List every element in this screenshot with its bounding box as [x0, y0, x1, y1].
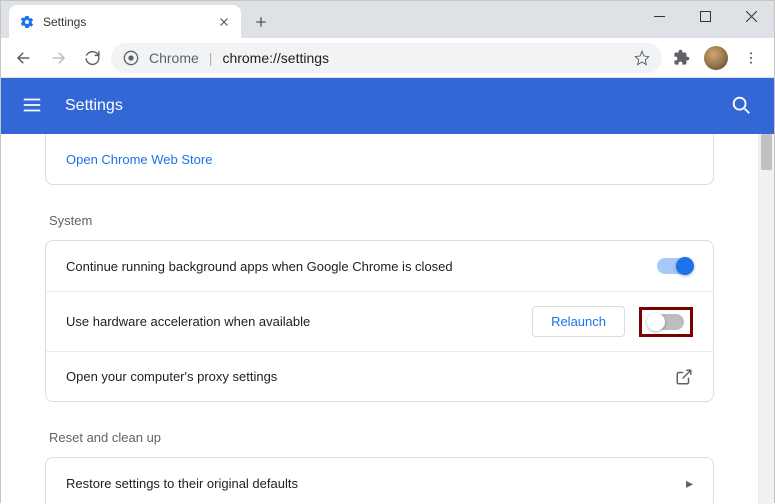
chrome-icon [123, 50, 139, 66]
tab-title: Settings [43, 15, 209, 29]
bookmark-icon[interactable] [634, 50, 650, 66]
search-icon[interactable] [730, 94, 754, 118]
restore-defaults-row[interactable]: Restore settings to their original defau… [46, 458, 713, 504]
close-icon[interactable] [217, 15, 231, 29]
menu-icon[interactable] [21, 94, 45, 118]
hardware-accel-row: Use hardware acceleration when available… [46, 291, 713, 351]
browser-tab[interactable]: Settings [9, 5, 241, 38]
chevron-right-icon: ▸ [686, 475, 693, 492]
url-prefix: Chrome [149, 50, 199, 66]
back-button[interactable] [9, 43, 39, 73]
reload-button[interactable] [77, 43, 107, 73]
profile-avatar[interactable] [704, 46, 728, 70]
webstore-link[interactable]: Open Chrome Web Store [46, 134, 713, 184]
relaunch-button[interactable]: Relaunch [532, 306, 625, 337]
page-title: Settings [65, 97, 123, 115]
open-external-icon [675, 368, 693, 386]
highlighted-toggle-area [639, 307, 693, 337]
new-tab-button[interactable] [247, 8, 275, 36]
menu-button[interactable] [736, 43, 766, 73]
address-bar[interactable]: Chrome | chrome://settings [111, 43, 662, 73]
gear-icon [19, 14, 35, 30]
url-path: chrome://settings [222, 50, 329, 66]
section-heading-system: System [49, 213, 710, 228]
vertical-scrollbar[interactable] [758, 134, 774, 504]
window-titlebar: Settings [1, 1, 774, 38]
settings-appbar: Settings [1, 78, 774, 134]
background-apps-toggle[interactable] [657, 258, 693, 274]
settings-content: Open Chrome Web Store System Continue ru… [1, 134, 758, 504]
browser-toolbar: Chrome | chrome://settings [1, 38, 774, 78]
window-close-button[interactable] [728, 1, 774, 31]
forward-button[interactable] [43, 43, 73, 73]
minimize-button[interactable] [636, 1, 682, 31]
scrollbar-thumb[interactable] [761, 134, 772, 170]
proxy-settings-row[interactable]: Open your computer's proxy settings [46, 351, 713, 401]
extensions-button[interactable] [666, 43, 696, 73]
maximize-button[interactable] [682, 1, 728, 31]
hardware-accel-toggle[interactable] [648, 314, 684, 330]
background-apps-row: Continue running background apps when Go… [46, 241, 713, 291]
section-heading-reset: Reset and clean up [49, 430, 710, 445]
